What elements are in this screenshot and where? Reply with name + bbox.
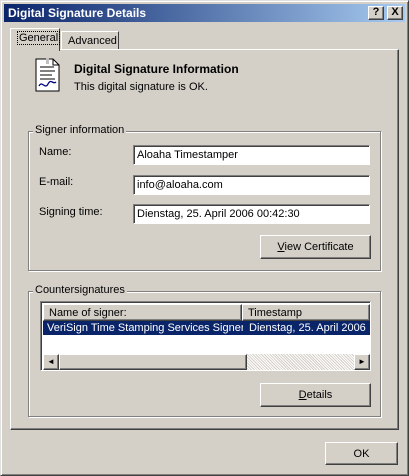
tab-advanced-label: Advanced — [68, 35, 117, 47]
view-certificate-button[interactable]: View Certificate — [260, 235, 371, 259]
window-title: Digital Signature Details — [8, 6, 147, 20]
timestamp-cell: Dienstag, 25. April 2006 — [249, 322, 366, 334]
scroll-right-icon[interactable]: ► — [354, 354, 370, 370]
ok-button[interactable]: OK — [325, 442, 398, 465]
details-label: etails — [306, 389, 333, 401]
email-field[interactable]: info@aloaha.com — [133, 175, 370, 195]
details-button[interactable]: Details — [260, 383, 371, 407]
scrollbar-thumb[interactable] — [59, 354, 247, 370]
details-mnemonic: D — [298, 389, 307, 401]
countersignatures-list[interactable]: Name of signer: Timestamp VeriSign Time … — [40, 301, 371, 371]
tab-general-label: General — [17, 31, 61, 45]
tab-advanced[interactable]: Advanced — [61, 31, 119, 51]
help-button[interactable]: ? — [368, 6, 384, 20]
signer-name-cell: VeriSign Time Stamping Services Signer — [47, 322, 243, 334]
close-button[interactable]: X — [387, 6, 403, 20]
column-header-timestamp[interactable]: Timestamp — [242, 304, 370, 321]
scroll-left-icon[interactable]: ◄ — [43, 354, 59, 370]
name-field[interactable]: Aloaha Timestamper — [133, 145, 370, 165]
list-item[interactable]: VeriSign Time Stamping Services Signer D… — [43, 321, 370, 335]
signing-time-field[interactable]: Dienstag, 25. April 2006 00:42:30 — [133, 204, 370, 224]
tab-join — [11, 48, 59, 51]
certificate-icon — [35, 58, 60, 92]
horizontal-scrollbar[interactable]: ◄ ► — [43, 354, 370, 370]
view-certificate-mnemonic: V — [277, 241, 285, 253]
column-header-name-of-signer[interactable]: Name of signer: — [43, 304, 242, 321]
title-bar[interactable]: Digital Signature Details ? X — [4, 4, 405, 22]
view-certificate-label: iew Certificate — [284, 241, 354, 253]
